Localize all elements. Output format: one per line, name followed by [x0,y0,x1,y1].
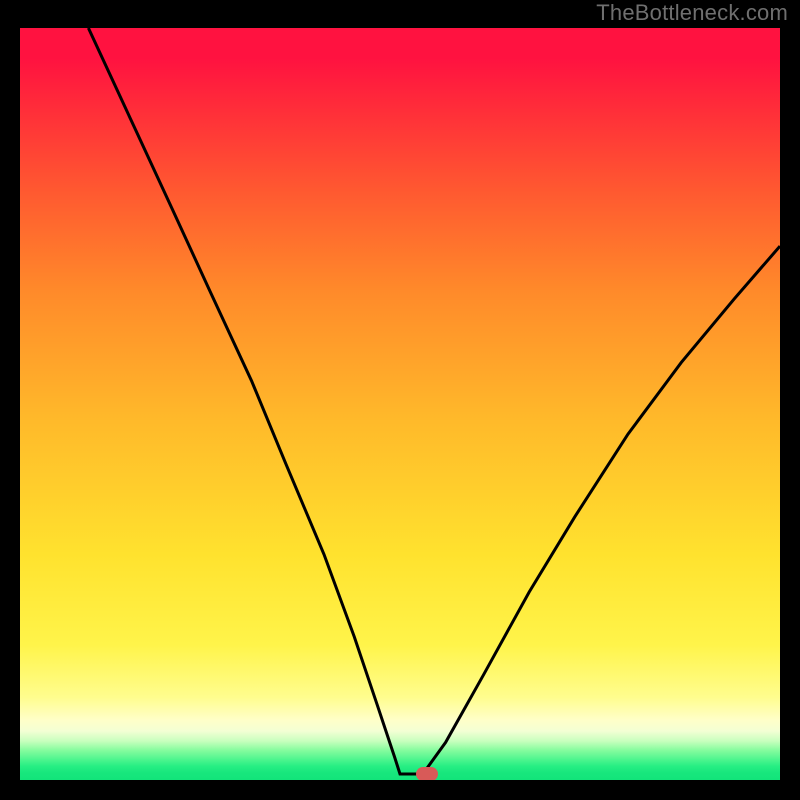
bottleneck-curve [88,28,780,774]
chart-frame: TheBottleneck.com [0,0,800,800]
curve-layer [20,28,780,780]
optimal-marker [416,767,438,780]
plot-area [20,28,780,780]
watermark-text: TheBottleneck.com [596,0,788,26]
